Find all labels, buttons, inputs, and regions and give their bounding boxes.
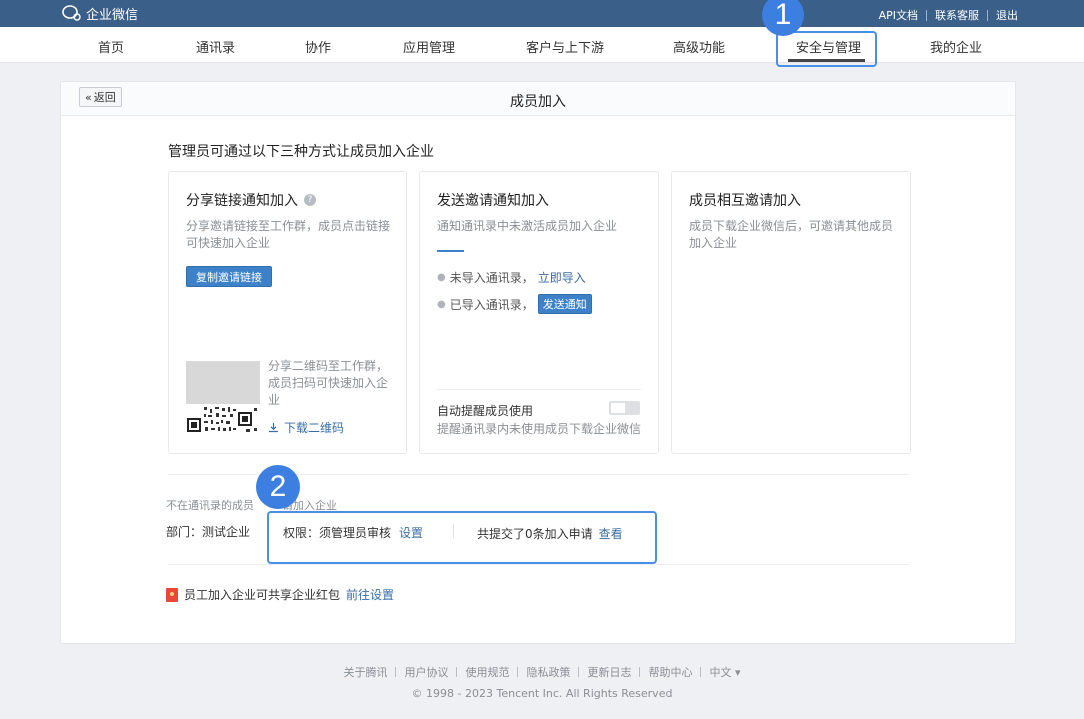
red-packet-row: 员工加入企业可共享企业红包 前往设置 — [166, 586, 394, 603]
list-item: ● 已导入通讯录， 发送通知 — [437, 294, 592, 314]
wecom-logo-icon — [62, 5, 81, 21]
auto-remind-title: 自动提醒成员使用 — [437, 404, 534, 418]
divider — [926, 9, 927, 21]
red-packet-text: 员工加入企业可共享企业红包 — [184, 588, 341, 602]
mutual-invite-card: 成员相互邀请加入 成员下载企业微信后，可邀请其他成员加入企业 — [671, 171, 911, 454]
download-icon — [269, 423, 278, 433]
toggle-knob — [611, 403, 625, 413]
import-now-link[interactable]: 立即导入 — [538, 269, 586, 286]
divider — [700, 667, 702, 677]
footer-about-link[interactable]: 关于腾讯 — [343, 664, 387, 680]
red-packet-icon — [166, 587, 178, 602]
callout-highlight-2 — [267, 511, 657, 564]
goto-settings-link[interactable]: 前往设置 — [346, 586, 394, 603]
divider — [578, 667, 580, 677]
auto-remind-toggle[interactable] — [609, 401, 640, 415]
nav-home[interactable]: 首页 — [98, 37, 124, 56]
footer-changelog-link[interactable]: 更新日志 — [587, 664, 631, 680]
department-label: 部门：测试企业 — [166, 525, 251, 539]
nav-app-management[interactable]: 应用管理 — [403, 37, 455, 56]
invite-card-title: 发送邀请通知加入 — [437, 193, 549, 209]
member-join-panel: « 返回 成员加入 管理员可通过以下三种方式让成员加入企业 分享链接通知加入 ?… — [60, 81, 1016, 644]
divider — [517, 667, 519, 677]
send-invite-card: 发送邀请通知加入 通知通讯录中未激活成员加入企业 ● 未导入通讯录， 立即导入 … — [419, 171, 659, 454]
top-bar: 企业微信 API文档 联系客服 退出 — [0, 0, 1084, 27]
mutual-card-desc: 成员下载企业微信后，可邀请其他成员加入企业 — [689, 219, 894, 250]
bullet-icon: ● — [437, 272, 446, 283]
divider — [987, 9, 988, 21]
panel-title: 成员加入 — [510, 94, 566, 110]
nav-customers[interactable]: 客户与上下游 — [526, 37, 604, 56]
main-nav: 首页 通讯录 协作 应用管理 客户与上下游 高级功能 安全与管理 我的企业 — [0, 27, 1084, 67]
logout-link[interactable]: 退出 — [996, 7, 1018, 23]
divider — [639, 667, 641, 677]
imported-text: 已导入通讯录， — [449, 297, 534, 312]
copyright-text: © 1998 - 2023 Tencent Inc. All Rights Re… — [411, 687, 673, 700]
footer-agreement-link[interactable]: 用户协议 — [404, 664, 448, 680]
bullet-icon: ● — [437, 298, 446, 310]
footer-privacy-link[interactable]: 隐私政策 — [526, 664, 570, 680]
qr-placeholder — [186, 361, 260, 404]
callout-badge-2: 2 — [256, 465, 300, 509]
list-item: ● 未导入通讯录， 立即导入 — [437, 269, 586, 286]
mutual-card-title: 成员相互邀请加入 — [689, 193, 801, 209]
nav-advanced[interactable]: 高级功能 — [673, 37, 725, 56]
share-card-desc: 分享邀请链接至工作群，成员点击链接可快速加入企业 — [186, 219, 391, 250]
download-qr-link[interactable]: 下载二维码 — [268, 419, 344, 436]
card-title: 分享链接通知加入 ? — [186, 190, 316, 210]
nav-contacts[interactable]: 通讯录 — [196, 37, 235, 56]
copy-invite-link-button[interactable]: 复制邀请链接 — [186, 266, 272, 287]
auto-remind-desc: 提醒通讯录内未使用成员下载企业微信 — [437, 422, 642, 436]
share-card-title: 分享链接通知加入 — [186, 193, 298, 209]
footer: 关于腾讯 用户协议 使用规范 隐私政策 更新日志 帮助中心 中文 ▾ © 199… — [0, 664, 1084, 700]
api-docs-link[interactable]: API文档 — [879, 7, 918, 23]
language-selector[interactable]: 中文 ▾ — [709, 664, 740, 680]
footer-help-link[interactable]: 帮助中心 — [648, 664, 692, 680]
qr-code-icon — [186, 406, 260, 434]
divider — [456, 667, 458, 677]
logo-text: 企业微信 — [86, 7, 139, 23]
app-logo[interactable]: 企业微信 — [62, 4, 139, 23]
divider — [395, 667, 397, 677]
panel-header: « 返回 成员加入 — [61, 82, 1015, 116]
accent-bar — [437, 250, 464, 252]
divider — [168, 564, 909, 565]
download-qr-label: 下载二维码 — [284, 421, 345, 435]
outside-text-head: 不在通讯录的成员 — [166, 499, 254, 512]
qr-share-text: 分享二维码至工作群，成员扫码可快速加入企业 — [268, 359, 389, 407]
contact-support-link[interactable]: 联系客服 — [935, 7, 979, 23]
footer-links: 关于腾讯 用户协议 使用规范 隐私政策 更新日志 帮助中心 中文 ▾ — [0, 664, 1084, 680]
help-icon[interactable]: ? — [304, 194, 316, 206]
footer-usage-link[interactable]: 使用规范 — [465, 664, 509, 680]
not-imported-text: 未导入通讯录， — [449, 271, 534, 285]
share-link-card: 分享链接通知加入 ? 分享邀请链接至工作群，成员点击链接可快速加入企业 复制邀请… — [168, 171, 407, 454]
callout-highlight-1 — [776, 31, 877, 67]
divider — [437, 389, 641, 390]
send-notification-button[interactable]: 发送通知 — [537, 294, 592, 314]
nav-collaboration[interactable]: 协作 — [305, 37, 331, 56]
invite-card-desc: 通知通讯录中未激活成员加入企业 — [437, 219, 618, 233]
intro-text: 管理员可通过以下三种方式让成员加入企业 — [168, 144, 434, 160]
top-links: API文档 联系客服 退出 — [879, 7, 1018, 23]
nav-my-enterprise[interactable]: 我的企业 — [930, 37, 982, 56]
